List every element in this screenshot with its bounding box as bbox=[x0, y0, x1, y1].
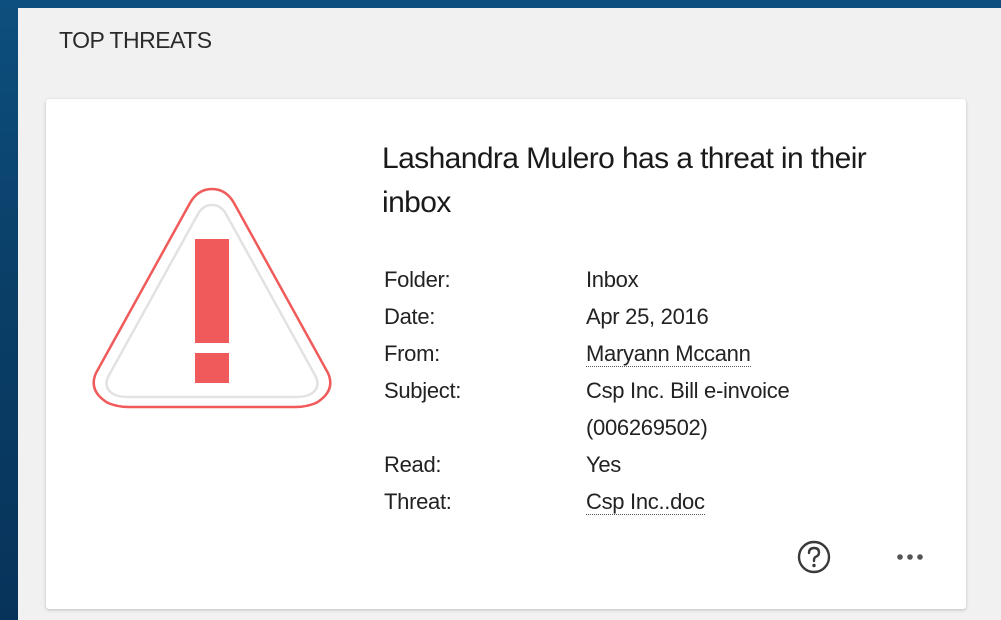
folder-label: Folder: bbox=[384, 267, 451, 292]
threat-value: Csp Inc..doc bbox=[586, 483, 846, 520]
panel-title: TOP THREATS bbox=[59, 27, 212, 53]
sender-link[interactable]: Maryann Mccann bbox=[586, 341, 751, 367]
detail-row-from: From: Maryann Mccann bbox=[384, 335, 924, 372]
detail-row-threat: Threat: Csp Inc..doc bbox=[384, 483, 924, 520]
date-label: Date: bbox=[384, 304, 436, 329]
question-circle-icon bbox=[797, 540, 831, 574]
detail-row-subject: Subject: Csp Inc. Bill e-invoice (006269… bbox=[384, 372, 924, 446]
subject-label: Subject: bbox=[384, 378, 462, 403]
warning-triangle-icon bbox=[84, 177, 340, 413]
threat-heading: Lashandra Mulero has a threat in their i… bbox=[382, 142, 867, 219]
more-options-button[interactable] bbox=[888, 545, 932, 569]
from-value: Maryann Mccann bbox=[586, 335, 846, 372]
detail-row-read: Read: Yes bbox=[384, 446, 924, 483]
subject-value: Csp Inc. Bill e-invoice (006269502) bbox=[586, 378, 790, 440]
read-value: Yes bbox=[586, 452, 621, 477]
detail-row-date: Date: Apr 25, 2016 bbox=[384, 298, 924, 335]
threat-details: Folder: Inbox Date: Apr 25, 2016 From: M… bbox=[384, 261, 924, 520]
from-label: From: bbox=[384, 341, 440, 366]
ellipsis-icon bbox=[897, 554, 923, 560]
threat-label: Threat: bbox=[384, 489, 452, 514]
threat-file-link[interactable]: Csp Inc..doc bbox=[586, 489, 705, 515]
detail-row-folder: Folder: Inbox bbox=[384, 261, 924, 298]
threat-card: Lashandra Mulero has a threat in their i… bbox=[46, 99, 966, 609]
folder-value: Inbox bbox=[586, 267, 639, 292]
top-threats-panel: TOP THREATS Lashandra Mulero has a threa… bbox=[18, 8, 1001, 620]
help-button[interactable] bbox=[796, 539, 832, 575]
date-value: Apr 25, 2016 bbox=[586, 304, 709, 329]
read-label: Read: bbox=[384, 452, 442, 477]
